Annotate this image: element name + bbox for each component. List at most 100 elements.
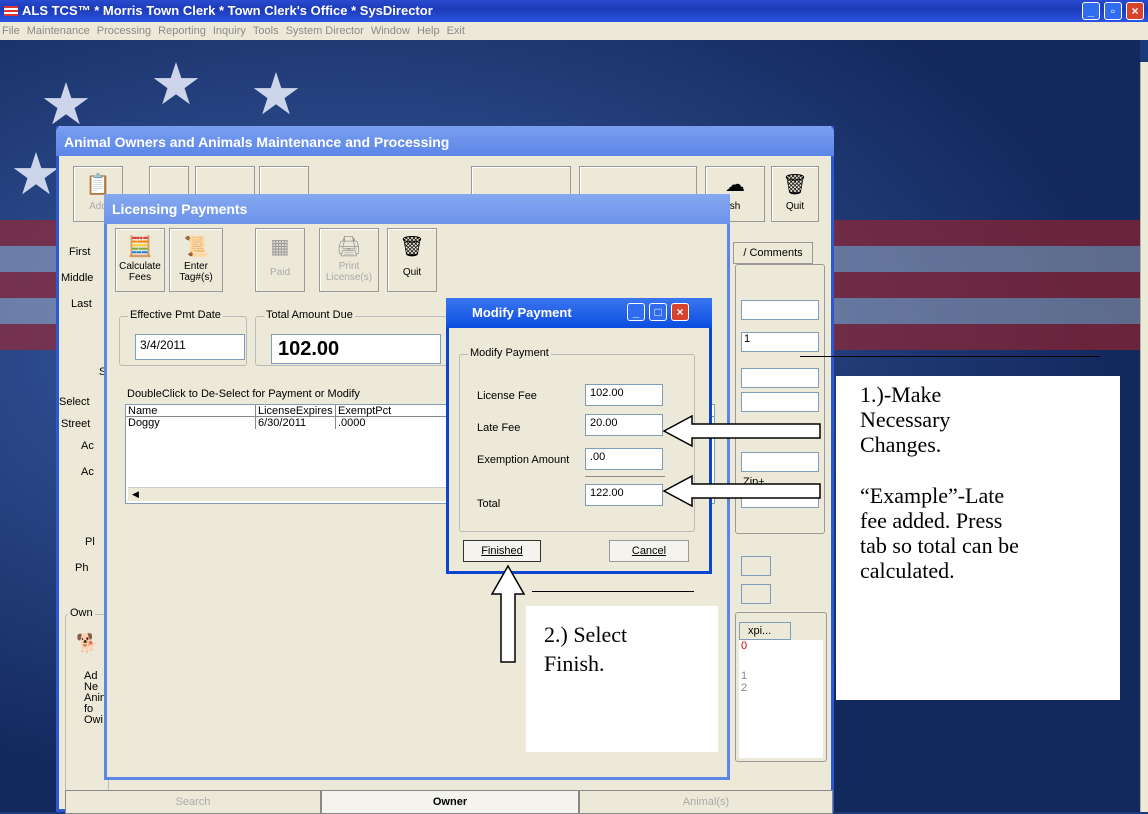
menu-window[interactable]: Window (371, 25, 410, 37)
menu-processing[interactable]: Processing (97, 25, 151, 37)
owner-field[interactable] (741, 368, 819, 388)
modify-group-label: Modify Payment (468, 347, 551, 359)
printer-icon: 🖨 (336, 236, 362, 258)
late-fee-input[interactable]: 20.00 (585, 414, 663, 436)
arrow-icon (662, 414, 821, 508)
quit-licensing-button[interactable]: 🗑 Quit (387, 228, 437, 292)
tab-owner[interactable]: Owner (321, 790, 579, 814)
app-title: ALS TCS™ * Morris Town Clerk * Town Cler… (22, 3, 433, 18)
print-licenses-button[interactable]: 🖨 Print License(s) (319, 228, 379, 292)
calculate-fees-button[interactable]: 🧮 Calculate Fees (115, 228, 165, 292)
menu-file[interactable]: File (2, 25, 20, 37)
exemption-amount-label: Exemption Amount (477, 454, 570, 466)
list-item[interactable]: 2 (739, 682, 823, 694)
modify-close-button[interactable]: × (671, 303, 689, 321)
phone-label: Pl (85, 536, 95, 548)
total-input[interactable]: 122.00 (585, 484, 663, 506)
certificate-icon: 📜 (183, 236, 209, 258)
btn-label: Print (338, 261, 360, 272)
star-icon: ★ (150, 52, 202, 117)
dog-icon: 🐕 (76, 633, 99, 653)
finished-button[interactable]: Finished (463, 540, 541, 562)
exemption-amount-input[interactable]: .00 (585, 448, 663, 470)
total-due-label: Total Amount Due (264, 309, 355, 321)
list-item[interactable]: 1 (739, 670, 823, 682)
btn-label: Tag#(s) (179, 272, 213, 283)
first-label: First (69, 246, 91, 258)
license-fee-input[interactable]: 102.00 (585, 384, 663, 406)
trash-icon: 🗑 (782, 174, 808, 196)
modify-maximize-button[interactable]: □ (649, 303, 667, 321)
trash-icon: 🗑 (399, 236, 425, 258)
owner-field[interactable] (741, 584, 771, 604)
flag-icon (4, 6, 18, 16)
owner-group: Own 🐕 Ad Ne Anin fo Owi (65, 607, 109, 794)
menu-reporting[interactable]: Reporting (158, 25, 206, 37)
add-new-animal-button[interactable]: Ad Ne Anin fo Owi (84, 671, 106, 726)
callout-text: 1.)-Make (860, 382, 942, 407)
callout-line (532, 591, 694, 592)
owner-field[interactable] (741, 300, 819, 320)
total-label: Total (477, 498, 501, 510)
menu-exit[interactable]: Exit (447, 25, 465, 37)
cancel-button[interactable]: Cancel (609, 540, 689, 562)
star-icon: ★ (10, 142, 62, 207)
callout-text: calculated. (860, 558, 955, 583)
paid-icon: ▦ (270, 236, 290, 258)
list-item[interactable]: 0 (739, 640, 823, 652)
modify-minimize-button[interactable]: _ (627, 303, 645, 321)
quit-button[interactable]: 🗑 Quit (771, 166, 819, 222)
divider (585, 476, 665, 477)
callout-text: fee added. Press (860, 508, 1003, 533)
calculator-icon: 🧮 (127, 236, 153, 258)
tab-search[interactable]: Search (65, 790, 321, 814)
app-title-bar: ALS TCS™ * Morris Town Clerk * Town Cler… (0, 0, 1148, 22)
addr2-label: Ac (81, 466, 94, 478)
animals-list[interactable]: 0 1 2 (739, 640, 823, 758)
menu-tools[interactable]: Tools (253, 25, 279, 37)
window-title: Animal Owners and Animals Maintenance an… (56, 126, 834, 156)
middle-label: Middle (61, 272, 94, 284)
effective-date-input[interactable]: 3/4/2011 (135, 334, 245, 360)
late-fee-label: Late Fee (477, 422, 521, 434)
arrow-icon (490, 564, 526, 663)
menu-bar: File Maintenance Processing Reporting Inquir… (0, 22, 1148, 40)
add-new-line: Owi (84, 714, 103, 726)
callout-text: Changes. (860, 432, 942, 457)
instruction-callout-2: 2.) Select Finish. (526, 606, 718, 752)
restore-button[interactable]: ▫ (1104, 2, 1122, 20)
menu-inquiry[interactable]: Inquiry (213, 25, 246, 37)
callout-text: tab so total can be (860, 533, 1019, 558)
grid-cell: 6/30/2011 (256, 417, 336, 429)
callout-text: 2.) Select (544, 622, 628, 647)
tab-animals[interactable]: Animal(s) (579, 790, 833, 814)
callout-text: Necessary (860, 407, 951, 432)
effective-date-label: Effective Pmt Date (128, 309, 223, 321)
scroll-left-icon: ◀ (132, 489, 139, 499)
menu-system-director[interactable]: System Director (286, 25, 364, 37)
desktop-scrollbar[interactable] (1140, 62, 1148, 812)
menu-maintenance[interactable]: Maintenance (27, 25, 90, 37)
owner-field[interactable] (741, 556, 771, 576)
list-header[interactable]: xpi... (739, 622, 791, 640)
instruction-callout-1: 1.)-Make Necessary Changes. “Example”-La… (836, 376, 1120, 700)
licensing-window-title: Licensing Payments (104, 194, 730, 224)
last-label: Last (71, 298, 92, 310)
paid-button[interactable]: ▦ Paid (255, 228, 305, 292)
menu-help[interactable]: Help (417, 25, 440, 37)
grid-cell: .0000 (338, 417, 366, 429)
tab-comments[interactable]: / Comments (733, 242, 813, 264)
btn-label: Paid (269, 267, 290, 278)
grid-header[interactable]: ExemptPct (336, 405, 416, 417)
close-button[interactable]: × (1126, 2, 1144, 20)
minimize-button[interactable]: _ (1082, 2, 1100, 20)
btn-label: Quit (402, 267, 422, 278)
owner-field[interactable] (741, 392, 819, 412)
enter-tags-button[interactable]: 📜 Enter Tag#(s) (169, 228, 223, 292)
owner-field[interactable]: 1 (741, 332, 819, 352)
btn-label: Calculate (119, 261, 161, 272)
grid-header[interactable]: LicenseExpires (256, 405, 336, 417)
addr1-label: Ac (81, 440, 94, 452)
quit-label: Quit (785, 201, 805, 212)
grid-header[interactable]: Name (126, 405, 256, 417)
